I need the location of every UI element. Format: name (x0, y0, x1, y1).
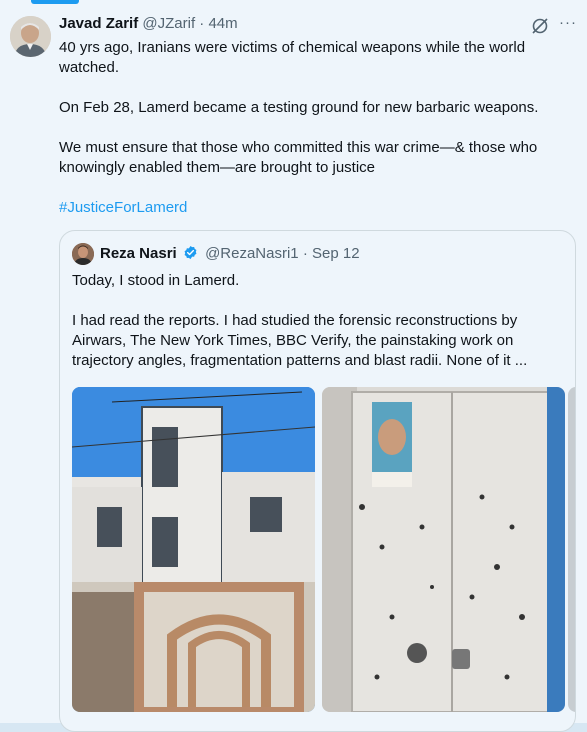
quote-text: Today, I stood in Lamerd. I had read the… (72, 271, 562, 391)
bullet-riddled-door-photo[interactable] (322, 387, 565, 712)
author-name[interactable]: Javad Zarif (59, 15, 138, 32)
tweet-header: Javad Zarif @JZarif · 44m (59, 15, 238, 32)
quote-author-name[interactable]: Reza Nasri (100, 245, 177, 262)
separator: · (302, 245, 308, 262)
quote-paragraph: I had read the reports. I had studied th… (72, 312, 528, 369)
quoted-tweet[interactable]: Reza Nasri @RezaNasri1 · Sep 12 Today, I… (59, 230, 576, 732)
quote-header: Reza Nasri @RezaNasri1 · Sep 12 (100, 245, 360, 262)
tweet-text: 40 yrs ago, Iranians were victims of che… (59, 38, 579, 238)
quote-paragraph: Today, I stood in Lamerd. (72, 272, 240, 289)
quote-date[interactable]: Sep 12 (312, 245, 360, 262)
tweet[interactable]: Javad Zarif @JZarif · 44m ··· 40 yrs ago… (0, 0, 587, 732)
author-avatar[interactable] (10, 16, 51, 57)
blue-indicator (31, 0, 79, 4)
hashtag-link[interactable]: #JusticeForLamerd (59, 199, 187, 216)
verified-badge-icon (184, 245, 197, 260)
tweet-paragraph: We must ensure that those who committed … (59, 139, 538, 176)
author-handle[interactable]: @JZarif (142, 15, 195, 32)
tweet-paragraph: On Feb 28, Lamerd became a testing groun… (59, 99, 539, 116)
grok-icon[interactable] (531, 17, 549, 35)
house-with-damaged-gate-photo[interactable] (72, 387, 315, 712)
ellipsis-icon[interactable]: ··· (559, 14, 577, 31)
third-photo-partial[interactable] (568, 387, 575, 712)
separator: · (199, 15, 205, 32)
quote-author-handle[interactable]: @RezaNasri1 (205, 245, 299, 262)
timestamp[interactable]: 44m (208, 15, 237, 32)
tweet-paragraph: 40 yrs ago, Iranians were victims of che… (59, 39, 526, 76)
quote-author-avatar[interactable] (72, 243, 94, 265)
